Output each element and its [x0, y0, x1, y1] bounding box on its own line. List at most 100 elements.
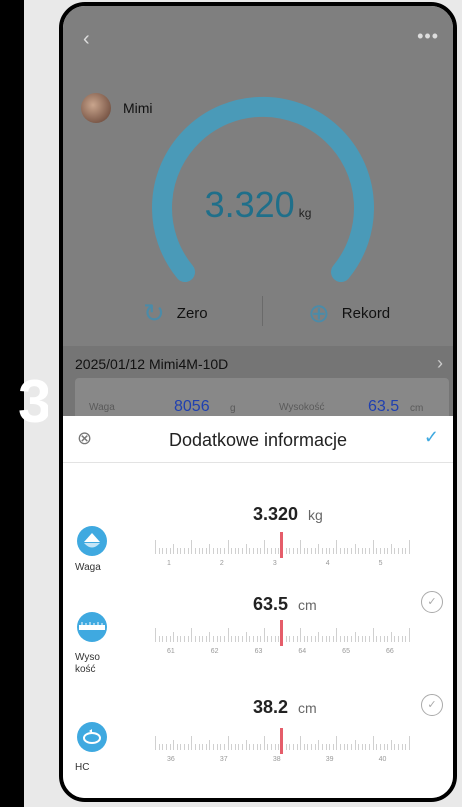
ruler-tick: [234, 548, 236, 554]
ruler-tick: [245, 632, 247, 642]
reset-icon[interactable]: ✓: [421, 591, 443, 613]
measure-unit: cm: [298, 597, 317, 613]
height-icon: [77, 612, 107, 642]
ruler-tick: [340, 548, 342, 554]
ruler-tick: [165, 744, 167, 750]
measure-label-line2: kość: [75, 664, 96, 675]
ruler-tick: [361, 744, 363, 750]
ruler-tick: [223, 744, 225, 750]
record-date-device[interactable]: 2025/01/12 Mimi4M-10D: [75, 356, 228, 372]
ruler-tick: [209, 740, 211, 750]
ruler-tick: [409, 540, 410, 554]
ruler-tick: [347, 744, 349, 750]
record-height-value: 63.5: [368, 398, 400, 415]
ruler-tick: [354, 632, 356, 642]
ruler-tick: [252, 744, 254, 750]
ruler-tick: [256, 636, 258, 642]
measure-value: 3.320: [253, 504, 299, 524]
hc-ruler[interactable]: 36 37 38 39 40: [155, 728, 410, 763]
ruler-tick: [169, 744, 171, 750]
weight-readout: 3.320 kg: [63, 184, 453, 226]
ruler-tick: [303, 636, 305, 642]
ruler-tick: [311, 744, 313, 750]
ruler-tick-label: 61: [167, 648, 175, 655]
ruler-tick-label: 40: [378, 756, 387, 763]
ruler-tick: [155, 540, 156, 554]
more-icon[interactable]: •••: [417, 26, 439, 47]
ruler-tick: [202, 548, 204, 554]
ruler-tick: [191, 736, 193, 750]
ruler-tick-label: 64: [298, 648, 307, 655]
ruler-tick-label: 2: [219, 560, 224, 567]
ruler-tick: [405, 744, 407, 750]
ruler-tick: [394, 744, 396, 750]
ruler-tick: [216, 636, 218, 642]
ruler-tick: [191, 540, 193, 554]
ruler-tick-label: 62: [210, 648, 219, 655]
plus-circle-icon: ⊕: [308, 298, 330, 328]
ruler-tick: [260, 636, 262, 642]
zero-button[interactable]: ↻ Zero: [143, 298, 208, 329]
ruler-tick: [205, 636, 207, 642]
ruler-tick: [285, 636, 287, 642]
ruler-tick: [289, 744, 291, 750]
ruler-tick: [213, 744, 215, 750]
ruler-tick: [194, 744, 196, 750]
ruler-tick: [332, 548, 334, 554]
ruler-tick: [347, 548, 349, 554]
ruler-tick: [267, 744, 269, 750]
ruler-tick: [216, 548, 218, 554]
chevron-right-icon[interactable]: ›: [437, 353, 443, 374]
ruler-tick: [231, 744, 233, 750]
ruler-tick: [300, 540, 302, 554]
ruler-tick: [329, 548, 331, 554]
ruler-tick: [303, 548, 305, 554]
ruler-tick: [227, 540, 229, 554]
weight-ruler[interactable]: 1 2 3 4 5: [155, 532, 410, 567]
ruler-tick: [296, 744, 298, 750]
ruler-tick: [350, 548, 352, 554]
ruler-tick: [187, 636, 189, 642]
ruler-tick-label: 1: [167, 560, 171, 567]
ruler-tick: [205, 744, 207, 750]
ruler-tick-label: 37: [219, 756, 228, 763]
record-weight-value: 8056: [174, 398, 210, 415]
height-ruler[interactable]: 61 62 63 64 65 66: [155, 620, 410, 655]
ruler-tick: [372, 540, 374, 554]
ruler-tick: [361, 548, 363, 554]
confirm-icon[interactable]: ✓: [424, 427, 439, 448]
ruler-tick: [249, 744, 251, 750]
ruler-tick: [267, 636, 269, 642]
ruler-tick: [256, 548, 258, 554]
ruler-tick: [329, 636, 331, 642]
reset-icon[interactable]: ✓: [421, 694, 443, 716]
ruler-tick: [216, 744, 218, 750]
ruler-tick: [198, 548, 200, 554]
weight-measure-readout: 3.320 kg: [253, 504, 323, 525]
ruler-tick: [321, 636, 323, 642]
ruler-tick: [311, 636, 313, 642]
avatar[interactable]: [81, 93, 111, 123]
ruler-tick: [383, 744, 385, 750]
ruler-tick: [162, 636, 164, 642]
ruler-tick: [260, 548, 262, 554]
ruler-tick: [169, 548, 171, 554]
ruler-tick: [223, 636, 225, 642]
ruler-tick: [358, 744, 360, 750]
ruler-tick: [155, 736, 156, 750]
ruler-tick: [158, 548, 160, 554]
ruler-tick: [165, 636, 167, 642]
ruler-tick: [401, 636, 403, 642]
ruler-tick: [376, 636, 378, 642]
ruler-tick: [307, 548, 309, 554]
ruler-tick: [379, 744, 381, 750]
ruler-tick: [372, 628, 374, 642]
chevron-left-icon[interactable]: ‹: [83, 28, 90, 51]
ruler-tick: [303, 744, 305, 750]
rekord-button[interactable]: ⊕ Rekord: [308, 298, 390, 329]
ruler-tick: [289, 636, 291, 642]
ruler-tick: [340, 636, 342, 642]
ruler-tick: [387, 548, 389, 554]
ruler-tick: [340, 744, 342, 750]
ruler-tick: [238, 744, 240, 750]
